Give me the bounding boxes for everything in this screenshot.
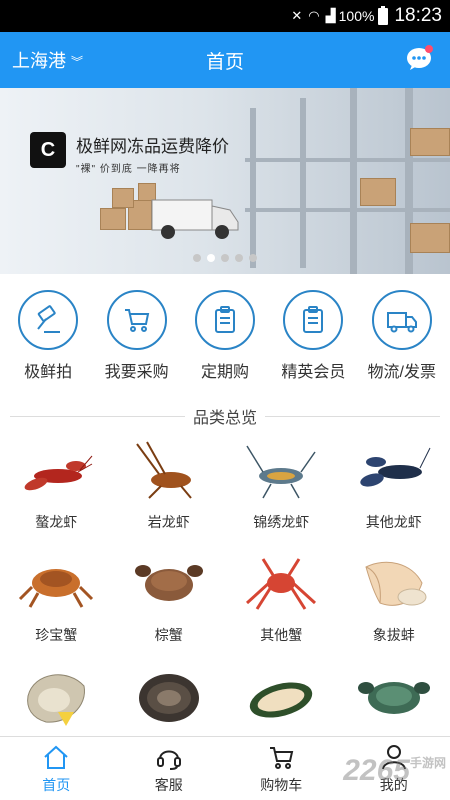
carousel-dot[interactable] — [207, 254, 215, 262]
quick-action-purchase[interactable]: 我要采购 — [94, 290, 180, 390]
gavel-icon — [37, 305, 61, 333]
brown-crab-image — [134, 565, 203, 601]
battery-percent: 100% — [338, 8, 375, 24]
banner-headline: 极鲜网冻品运费降价 — [76, 137, 229, 156]
category-label: 棕蟹 — [154, 627, 183, 643]
mud-crab-image — [357, 682, 430, 714]
quick-action-elite-member[interactable]: 精英会员 — [270, 290, 356, 390]
notification-badge — [425, 45, 433, 53]
brand-logo: C — [30, 132, 66, 168]
carousel-dot[interactable] — [235, 254, 243, 262]
section-title: 品类总览 — [193, 410, 258, 427]
quick-action-label: 物流/发票 — [367, 364, 436, 381]
signal-icon: ▟ — [325, 8, 336, 23]
divider — [10, 415, 185, 417]
category-label: 岩龙虾 — [147, 514, 190, 530]
quick-action-label: 极鲜拍 — [24, 364, 73, 381]
banner-subline: "裸" 价到底 一降再将 — [76, 164, 181, 175]
page-title: 首页 — [205, 52, 244, 73]
wifi-icon: ◠ — [308, 8, 320, 23]
rock-lobster-image — [135, 441, 192, 499]
tab-label: 购物车 — [260, 777, 303, 793]
category-grid: 螯龙虾 岩龙虾 锦绣龙虾 其他龙虾 珍宝蟹 棕蟹 其他蟹 象拔蚌 — [0, 440, 450, 779]
category-label: 锦绣龙虾 — [253, 514, 310, 530]
home-icon — [44, 745, 68, 769]
quick-action-logistics[interactable]: 物流/发票 — [359, 290, 445, 390]
quick-action-label: 定期购 — [200, 364, 249, 381]
cart-icon — [124, 309, 149, 332]
painted-lobster-image — [246, 445, 316, 499]
category-label: 其他蟹 — [260, 627, 303, 643]
truck-icon — [386, 312, 417, 333]
category-item[interactable]: 螯龙虾 — [0, 440, 113, 553]
clock: 18:23 — [394, 5, 442, 26]
blue-lobster-image — [360, 447, 431, 487]
carousel-indicator[interactable] — [0, 254, 450, 262]
clipboard-icon — [214, 306, 235, 333]
divider — [265, 415, 441, 417]
tab-customer-service[interactable]: 客服 — [113, 737, 226, 800]
tab-cart[interactable]: 购物车 — [225, 737, 338, 800]
carousel-dot[interactable] — [249, 254, 257, 262]
tab-label: 客服 — [154, 777, 183, 793]
quick-action-label: 我要采购 — [104, 364, 169, 381]
category-item[interactable]: 其他蟹 — [225, 553, 338, 666]
carousel-dot[interactable] — [221, 254, 229, 262]
clipboard-icon — [303, 306, 324, 333]
battery-icon — [378, 5, 389, 25]
chat-bubble-icon — [407, 45, 433, 70]
app-bar: 上海港 ︾ 首页 — [0, 32, 450, 88]
tab-home[interactable]: 首页 — [0, 737, 113, 800]
delivery-van-image — [151, 199, 239, 239]
headset-icon — [156, 750, 181, 770]
king-crab-image — [246, 558, 317, 610]
category-label: 螯龙虾 — [35, 514, 78, 530]
quick-actions: 极鲜拍 我要采购 定期购 精英会员 物流/发票 — [0, 290, 450, 390]
message-button[interactable] — [406, 45, 434, 71]
category-item[interactable]: 珍宝蟹 — [0, 553, 113, 666]
geoduck-image — [365, 561, 427, 606]
abalone-image — [138, 674, 199, 722]
category-item[interactable]: 棕蟹 — [113, 553, 226, 666]
category-item[interactable]: 其他龙虾 — [338, 440, 450, 553]
lobster-image — [24, 455, 93, 491]
status-bar: ✕ ◠ ▟ 100% 18:23 — [0, 0, 450, 32]
cart-icon — [270, 747, 294, 769]
carousel-dot[interactable] — [193, 254, 201, 262]
quick-action-label: 精英会员 — [281, 364, 346, 381]
category-item[interactable]: 锦绣龙虾 — [225, 440, 338, 553]
quick-action-auction[interactable]: 极鲜拍 — [5, 290, 91, 390]
category-item[interactable]: 岩龙虾 — [113, 440, 226, 553]
tab-label: 首页 — [42, 777, 71, 793]
section-header: 品类总览 — [10, 404, 441, 428]
category-label: 珍宝蟹 — [35, 627, 78, 643]
category-item[interactable]: 象拔蚌 — [338, 553, 450, 666]
mute-icon: ✕ — [291, 8, 303, 23]
mussel-image — [250, 682, 313, 718]
quick-action-subscription[interactable]: 定期购 — [182, 290, 268, 390]
category-label: 象拔蚌 — [372, 627, 415, 643]
oyster-image — [27, 674, 86, 726]
watermark: 2265手游网 — [343, 754, 446, 787]
dungeness-crab-image — [19, 569, 94, 608]
category-label: 其他龙虾 — [365, 514, 422, 530]
promo-banner[interactable]: C 极鲜网冻品运费降价 "裸" 价到底 一降再将 — [0, 88, 450, 274]
